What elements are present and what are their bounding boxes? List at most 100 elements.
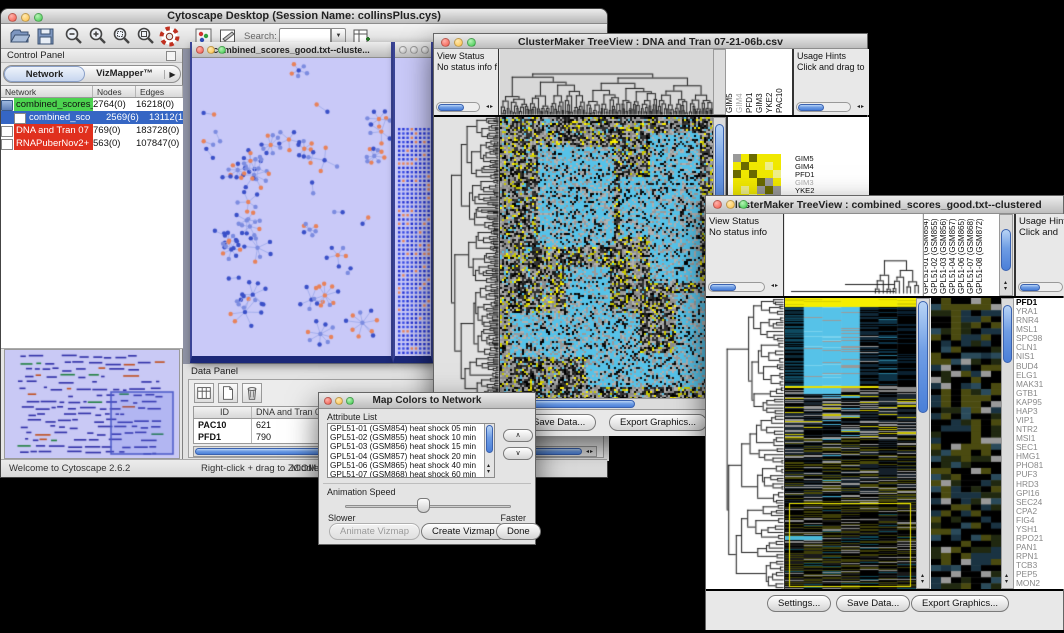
zoom-window-icon[interactable] [346, 397, 354, 405]
move-down-button[interactable]: ∨ [503, 447, 533, 460]
tv2-column-dendrogram[interactable] [785, 214, 922, 296]
matrix-cell[interactable] [749, 178, 757, 186]
matrix-cell[interactable] [749, 154, 757, 162]
attribute-item[interactable]: GPL51-07 (GSM868) heat shock 60 min [328, 470, 494, 478]
matrix-cell[interactable] [773, 162, 781, 170]
tv2-zoom-heatmap[interactable] [931, 298, 1001, 589]
minimize-icon[interactable] [454, 38, 463, 47]
network-window-title-bar[interactable] [395, 42, 431, 58]
export-graphics-button[interactable]: Export Graphics... [911, 595, 1009, 612]
matrix-cell[interactable] [765, 178, 773, 186]
tv2-heat-vscrollbar[interactable]: ▴▾ [916, 298, 930, 589]
matrix-cell[interactable] [749, 186, 757, 194]
matrix-cell[interactable] [749, 170, 757, 178]
zoom-window-icon[interactable] [34, 13, 43, 22]
matrix-cell[interactable] [741, 186, 749, 194]
minimize-icon[interactable] [410, 46, 418, 54]
matrix-cell[interactable] [757, 154, 765, 162]
network-table-row[interactable]: RNAPuberNov2+563(0)107847(0) [1, 137, 183, 150]
col-network[interactable]: Network [1, 86, 93, 97]
tv1-row-dendrogram[interactable] [434, 117, 500, 398]
zoom-window-icon[interactable] [421, 46, 429, 54]
dialog-title-bar[interactable]: Map Colors to Network [319, 393, 535, 409]
network-table-row[interactable]: combined_sco2569(6)13112(15) [1, 111, 183, 124]
slider-thumb[interactable] [417, 498, 430, 513]
close-icon[interactable] [196, 46, 204, 54]
network-overview-thumbnail[interactable] [4, 349, 180, 459]
network-table-row[interactable]: DNA and Tran 07769(0)183728(0) [1, 124, 183, 137]
matrix-cell[interactable] [757, 178, 765, 186]
tab-overflow-icon[interactable]: ▶ [164, 70, 180, 79]
attribute-item[interactable]: GPL51-02 (GSM855) heat shock 10 min [328, 433, 494, 442]
help-lifebuoy-icon[interactable] [159, 26, 180, 47]
animate-vizmap-button[interactable]: Animate Vizmap [329, 523, 420, 540]
tv1-column-dendrogram[interactable] [500, 49, 713, 115]
matrix-cell[interactable] [733, 186, 741, 194]
open-folder-icon[interactable] [9, 26, 30, 47]
zoom-out-icon[interactable] [63, 26, 84, 47]
zoom-in-icon[interactable] [87, 26, 108, 47]
attribute-select-icon[interactable] [194, 383, 214, 403]
tv2-hints-scrollbar[interactable] [1018, 282, 1063, 292]
main-title-bar[interactable]: Cytoscape Desktop (Session Name: collins… [1, 9, 607, 24]
attribute-item[interactable]: GPL51-03 (GSM856) heat shock 15 min [328, 442, 494, 451]
matrix-cell[interactable] [773, 154, 781, 162]
matrix-cell[interactable] [757, 170, 765, 178]
col-nodes[interactable]: Nodes [93, 86, 136, 97]
tv1-col-scrollbar[interactable] [713, 49, 726, 115]
close-icon[interactable] [441, 38, 450, 47]
matrix-cell[interactable] [773, 178, 781, 186]
settings-button[interactable]: Settings... [767, 595, 831, 612]
new-attribute-icon[interactable] [218, 383, 238, 403]
export-graphics-button[interactable]: Export Graphics... [609, 414, 707, 431]
matrix-cell[interactable] [741, 178, 749, 186]
network-grid-canvas[interactable] [395, 58, 431, 356]
attribute-list[interactable]: GPL51-01 (GSM854) heat shock 05 minGPL51… [327, 423, 495, 478]
attribute-item[interactable]: GPL51-01 (GSM854) heat shock 05 min [328, 424, 494, 433]
matrix-cell[interactable] [733, 170, 741, 178]
matrix-cell[interactable] [749, 162, 757, 170]
tv2-heatmap[interactable] [785, 298, 916, 589]
treeview1-title-bar[interactable]: ClusterMaker TreeView : DNA and Tran 07-… [434, 34, 867, 49]
zoom-selected-icon[interactable] [111, 26, 132, 47]
matrix-cell[interactable] [765, 186, 773, 194]
matrix-cell[interactable] [773, 186, 781, 194]
close-icon[interactable] [399, 46, 407, 54]
matrix-cell[interactable] [773, 170, 781, 178]
matrix-cell[interactable] [765, 154, 773, 162]
matrix-cell[interactable] [757, 186, 765, 194]
zoom-window-icon[interactable] [739, 200, 748, 209]
attribute-item[interactable]: GPL51-06 (GSM865) heat shock 40 min [328, 461, 494, 470]
delete-attribute-trash-icon[interactable] [242, 383, 262, 403]
zoom-window-icon[interactable] [467, 38, 476, 47]
network-table-row[interactable]: combined_scores_2764(0)16218(0) [1, 98, 183, 111]
move-up-button[interactable]: ∧ [503, 429, 533, 442]
tv1-hints-scrollbar[interactable] [796, 102, 851, 112]
create-vizmap-button[interactable]: Create Vizmap [421, 523, 506, 540]
done-button[interactable]: Done [496, 523, 541, 540]
network-window-title-bar[interactable]: combined_scores_good.txt--cluste... [192, 42, 391, 58]
tab-vizmapper[interactable]: VizMapper™ [85, 66, 164, 82]
minimize-icon[interactable] [335, 397, 343, 405]
zoom-fit-icon[interactable] [135, 26, 156, 47]
tv2-collabel-scrollbar[interactable]: ▴▾ [999, 214, 1013, 296]
save-icon[interactable] [35, 26, 56, 47]
matrix-cell[interactable] [733, 162, 741, 170]
attribute-list-scrollbar[interactable]: ▴▾ [484, 424, 494, 477]
tab-network[interactable]: Network [4, 66, 85, 82]
treeview2-title-bar[interactable]: ClusterMaker TreeView : combined_scores_… [706, 196, 1063, 214]
network-graph-canvas[interactable] [192, 58, 391, 356]
matrix-cell[interactable] [765, 162, 773, 170]
tv2-row-dendrogram[interactable] [706, 298, 785, 589]
float-panel-icon[interactable] [166, 51, 176, 61]
minimize-icon[interactable] [21, 13, 30, 22]
close-icon[interactable] [713, 200, 722, 209]
matrix-cell[interactable] [741, 154, 749, 162]
matrix-cell[interactable] [741, 170, 749, 178]
id-column-header[interactable]: ID [194, 407, 252, 418]
zoom-window-icon[interactable] [218, 46, 226, 54]
matrix-cell[interactable] [741, 162, 749, 170]
matrix-cell[interactable] [733, 154, 741, 162]
tv1-heatmap[interactable] [500, 117, 713, 398]
tv2-status-scrollbar[interactable] [708, 282, 765, 292]
